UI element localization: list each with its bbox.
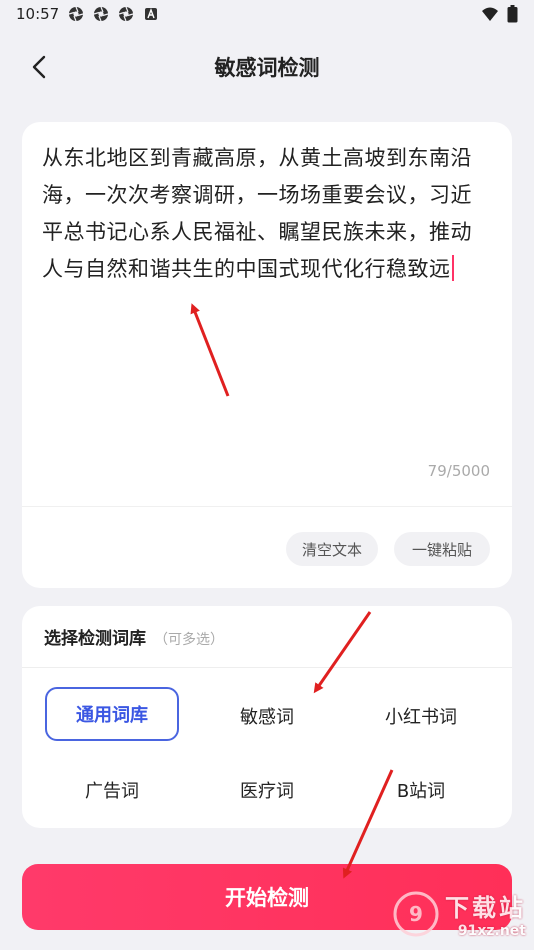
- divider: [22, 667, 512, 668]
- library-card: 选择检测词库 （可多选） 通用词库 敏感词 小红书词 广告词 医疗词 B站词: [22, 606, 512, 828]
- library-option-general[interactable]: 通用词库: [45, 687, 179, 741]
- status-bar: 10:57: [0, 0, 534, 28]
- library-option-ads[interactable]: 广告词: [45, 763, 179, 817]
- text-input-area[interactable]: 从东北地区到青藏高原，从黄土高坡到东南沿海，一次次考察调研，一场场重要会议，习近…: [42, 140, 492, 288]
- library-option-bilibili[interactable]: B站词: [354, 763, 488, 817]
- watermark-title: 下载站: [445, 894, 526, 922]
- header: 敏感词检测: [0, 36, 534, 96]
- svg-text:9: 9: [409, 902, 423, 926]
- library-header: 选择检测词库 （可多选）: [44, 624, 224, 649]
- library-option-xiaohongshu[interactable]: 小红书词: [354, 689, 488, 743]
- aperture-icon: [94, 6, 109, 22]
- 91-logo-icon: 9: [393, 891, 439, 936]
- battery-icon: [507, 5, 518, 23]
- aperture-icon: [119, 6, 134, 22]
- clear-text-button[interactable]: 清空文本: [286, 532, 378, 566]
- watermark: 9 下载站 91xz.net: [393, 888, 526, 939]
- font-a-icon: [145, 8, 158, 20]
- status-time: 10:57: [16, 5, 60, 23]
- divider: [22, 506, 512, 507]
- status-right: [481, 5, 518, 23]
- page-title: 敏感词检测: [214, 56, 320, 80]
- input-text: 从东北地区到青藏高原，从黄土高坡到东南沿海，一次次考察调研，一场场重要会议，习近…: [42, 146, 472, 281]
- library-title: 选择检测词库: [44, 629, 146, 649]
- aperture-icon: [69, 6, 84, 22]
- text-input-card[interactable]: 从东北地区到青藏高原，从黄土高坡到东南沿海，一次次考察调研，一场场重要会议，习近…: [22, 122, 512, 588]
- char-count: 79/5000: [427, 462, 490, 480]
- library-hint: （可多选）: [154, 632, 224, 648]
- text-caret: [451, 255, 454, 281]
- watermark-url: 91xz.net: [457, 923, 526, 939]
- library-option-sensitive[interactable]: 敏感词: [200, 689, 334, 743]
- paste-button[interactable]: 一键粘贴: [394, 532, 490, 566]
- watermark-text: 下载站 91xz.net: [445, 888, 526, 939]
- status-left: 10:57: [16, 5, 159, 23]
- wifi-icon: [482, 7, 498, 21]
- library-option-medical[interactable]: 医疗词: [200, 763, 334, 817]
